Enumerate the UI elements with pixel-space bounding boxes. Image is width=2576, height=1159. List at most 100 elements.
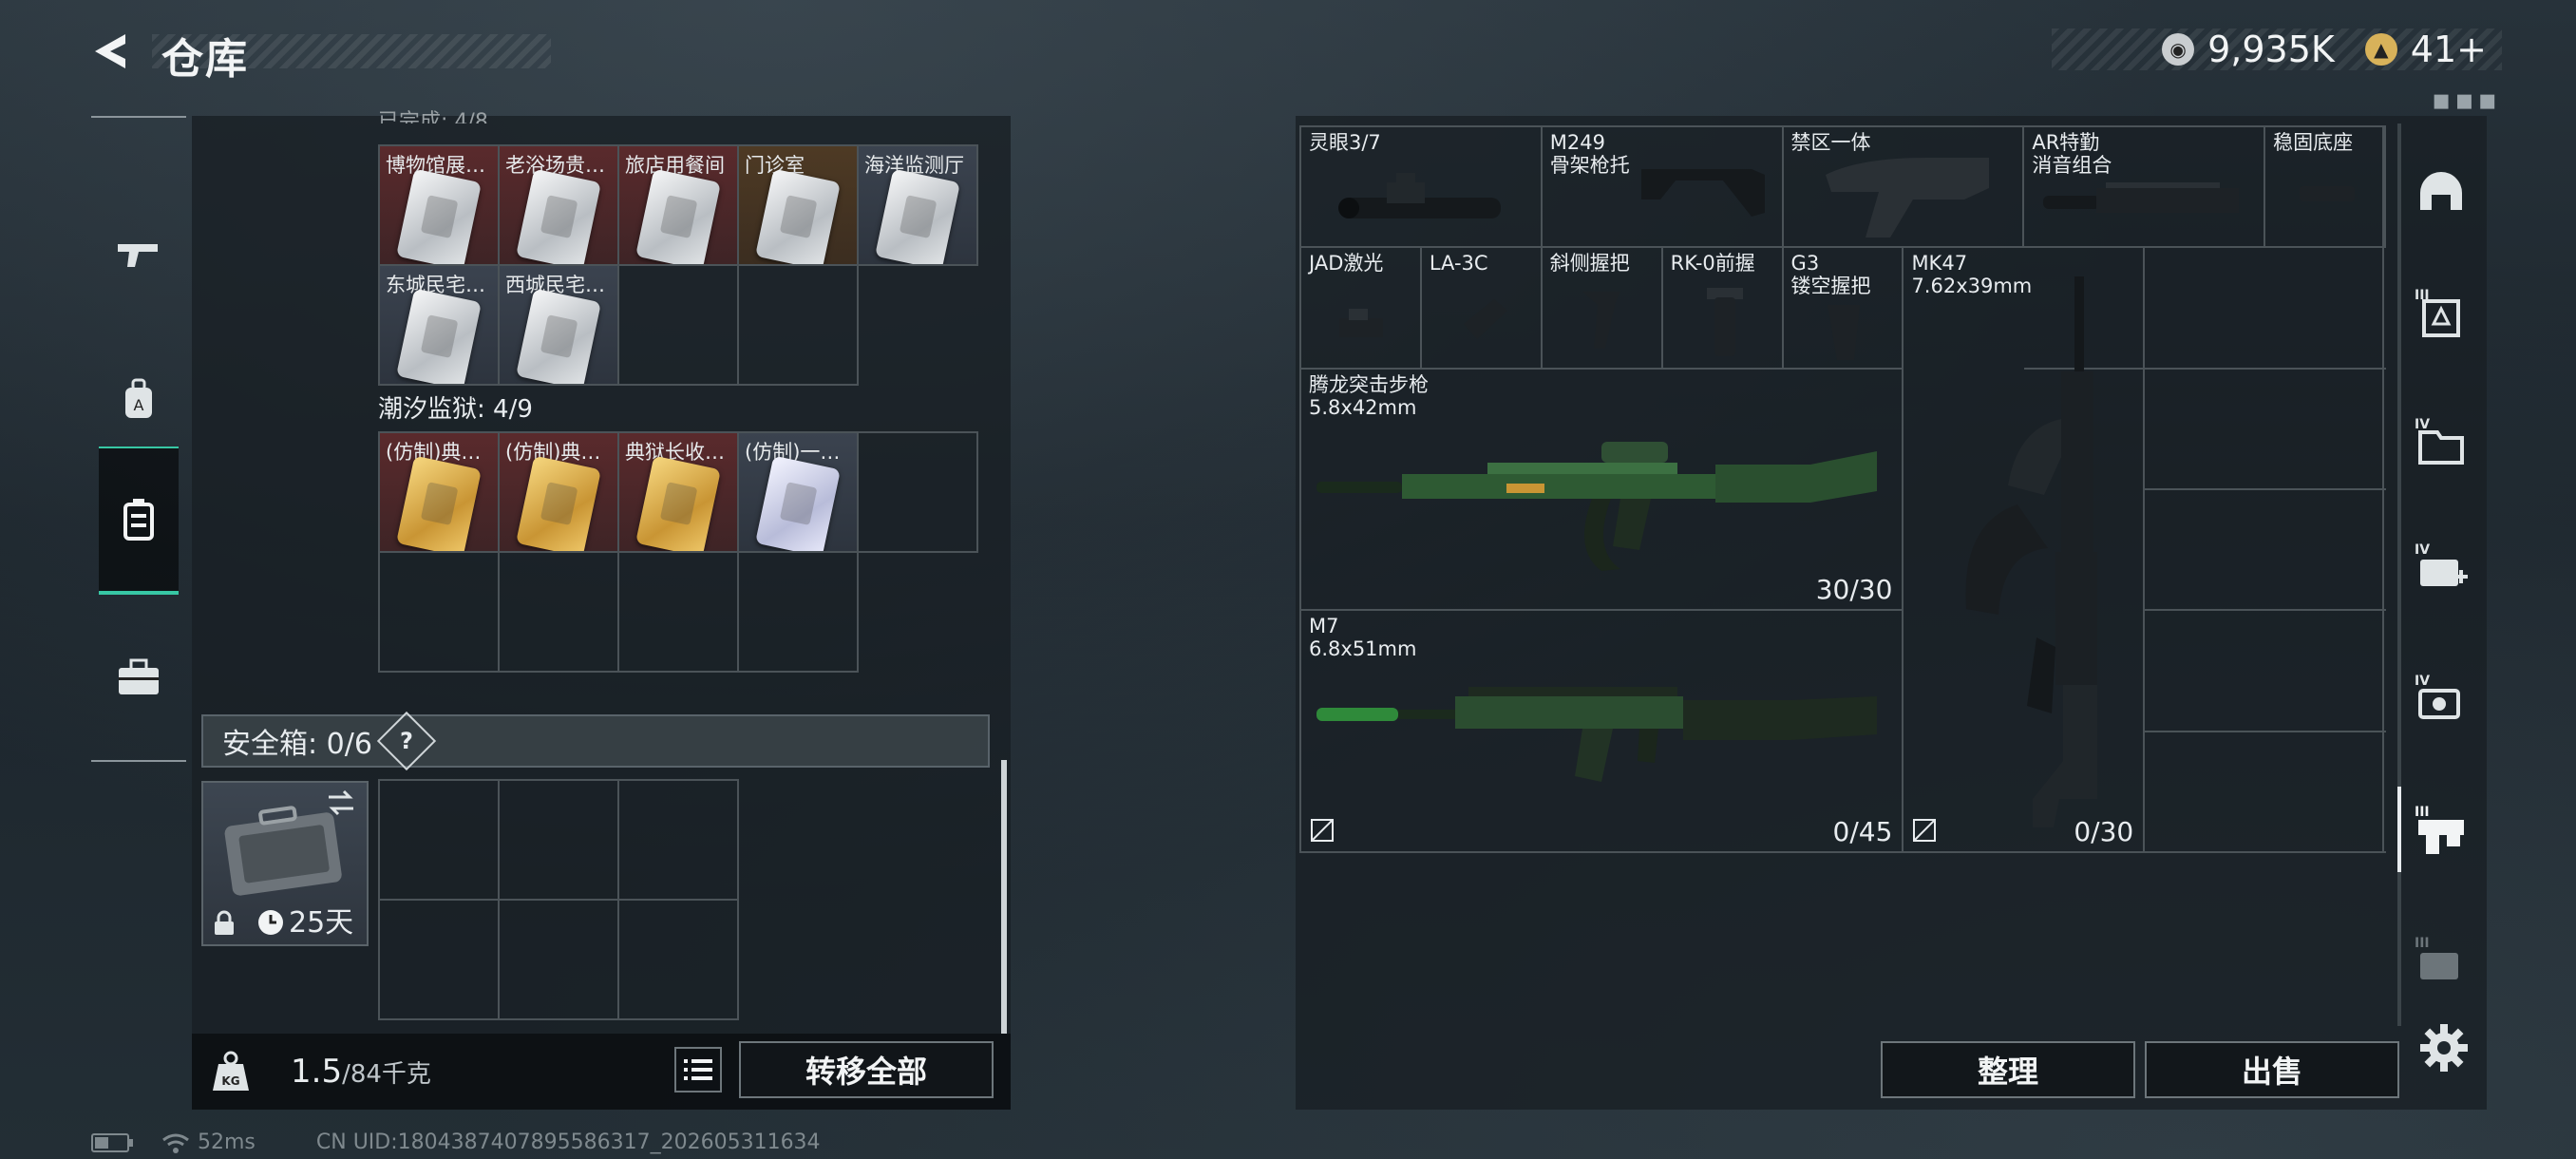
list-icon — [684, 1059, 712, 1080]
uid-readout: CN UID:1804387407895586317_202605311634 — [315, 1130, 821, 1154]
collection-item[interactable]: (仿制)一… — [739, 433, 859, 553]
stash-item-laser[interactable]: JAD激光 — [1301, 248, 1422, 370]
nav-weapons[interactable] — [99, 184, 179, 327]
stash-item-angled-grip[interactable]: 斜侧握把 — [1542, 248, 1663, 370]
stash-item-la3c[interactable]: LA-3C — [1421, 248, 1543, 370]
bipod-icon — [2300, 186, 2356, 201]
empty-slot[interactable] — [619, 901, 739, 1020]
m7-rifle-icon — [1316, 687, 1877, 783]
back-arrow-icon[interactable] — [87, 28, 133, 74]
prison-collection-label: 潮汐监狱: 4/9 — [378, 395, 533, 424]
collection-item[interactable]: 博物馆展… — [380, 146, 500, 266]
card-icon — [755, 455, 841, 551]
empty-slot[interactable] — [2145, 611, 2386, 732]
vertical-grip-icon — [1706, 288, 1743, 357]
broken-item-icon — [1311, 819, 1334, 842]
empty-slot[interactable] — [2145, 490, 2386, 612]
weight-current: 1.5 — [291, 1053, 343, 1091]
safebox-header: 安全箱: 0/6 ? — [201, 711, 990, 771]
empty-slot[interactable] — [739, 266, 859, 386]
empty-slot[interactable] — [2145, 732, 2386, 853]
safebox-item[interactable]: 25天 — [201, 781, 369, 946]
stash-item-foregrip[interactable]: RK-0前握 — [1662, 248, 1784, 370]
page-title: 仓库 — [161, 35, 249, 84]
collection-item[interactable]: 西城民宅… — [500, 266, 619, 386]
ammo-count: 0/30 — [2074, 816, 2134, 847]
rnav-helmet[interactable] — [2403, 150, 2479, 236]
nav-toolbox[interactable] — [99, 606, 179, 749]
card-icon — [516, 288, 601, 384]
empty-slot[interactable] — [380, 553, 500, 673]
empty-slot[interactable] — [619, 553, 739, 673]
rnav-tools[interactable]: III — [2403, 787, 2479, 872]
rnav-device[interactable]: IV — [2403, 656, 2479, 741]
safebox-timer: 25天 — [289, 906, 354, 940]
list-view-button[interactable] — [674, 1047, 722, 1092]
empty-slot[interactable] — [500, 901, 619, 1020]
weight-readout: 1.5/84千克 — [291, 1053, 431, 1091]
tenglong-rifle-icon — [1316, 441, 1877, 571]
empty-slot[interactable] — [380, 901, 500, 1020]
rnav-folder[interactable]: IV — [2403, 399, 2479, 484]
misc-tier3-icon: III — [2415, 936, 2458, 979]
scrollbar[interactable] — [1001, 760, 1007, 1034]
grip-stock-icon — [1825, 158, 1989, 238]
stash-item-mk47[interactable]: MK47 7.62x39mm 0/30 — [1904, 248, 2146, 853]
stash-item-bipod[interactable]: 稳固底座 — [2265, 127, 2386, 249]
stash-item-grip[interactable]: 禁区一体 — [1783, 127, 2025, 249]
empty-slot[interactable] — [619, 266, 739, 386]
left-category-nav: A — [91, 116, 186, 762]
sell-button[interactable]: 出售 — [2145, 1041, 2399, 1098]
card-icon — [396, 288, 482, 384]
stash-item-suppressor-kit[interactable]: AR特勤 消音组合 — [2024, 127, 2266, 249]
right-category-nav: III IV IV IV III III — [2403, 124, 2479, 1026]
armor-tier3-icon: III — [2415, 288, 2460, 337]
stash-item-m7[interactable]: M7 6.8x51mm 0/45 — [1301, 611, 1904, 853]
empty-area — [859, 553, 978, 673]
transfer-all-button[interactable]: 转移全部 — [739, 1041, 994, 1098]
card-icon — [516, 455, 601, 551]
angled-grip-icon — [1582, 292, 1620, 350]
helmet-icon — [2420, 172, 2462, 210]
collection-item[interactable]: 典狱长收… — [619, 433, 739, 553]
sort-button[interactable]: 整理 — [1881, 1041, 2135, 1098]
empty-slot[interactable] — [2145, 370, 2386, 490]
stash-item-tenglong[interactable]: 腾龙突击步枪 5.8x42mm 30/30 — [1301, 369, 1904, 612]
collection-item[interactable]: (仿制)典… — [380, 433, 500, 553]
swap-icon[interactable] — [325, 788, 357, 817]
status-bar: 52ms CN UID:1804387407895586317_20260531… — [91, 1130, 821, 1154]
collection-item[interactable]: 老浴场贵… — [500, 146, 619, 266]
currency-bar: ◉ 9,935K ▲ 41+ — [2052, 28, 2502, 70]
nav-container[interactable] — [99, 446, 179, 595]
settings-gear-icon[interactable] — [2418, 1022, 2470, 1074]
empty-slot[interactable] — [859, 433, 978, 553]
empty-slot[interactable] — [500, 781, 619, 901]
grid-border — [2382, 125, 2384, 851]
stash-item-scope[interactable]: 灵眼3/7 — [1301, 127, 1543, 249]
stash-grid: 灵眼3/7 M249 骨架枪托 禁区一体 AR特勤 消音组合 稳固底座 JAD激… — [1299, 125, 2386, 853]
rnav-armor[interactable]: III — [2403, 270, 2479, 355]
stock-icon — [1640, 169, 1765, 217]
empty-slot[interactable] — [739, 553, 859, 673]
ping-readout: 52ms — [198, 1130, 256, 1154]
card-icon — [516, 168, 601, 264]
collection-item[interactable]: (仿制)典… — [500, 433, 619, 553]
ammo-count: 30/30 — [1815, 574, 1893, 606]
more-options-icon[interactable]: ▪▪▪ — [2432, 84, 2501, 117]
empty-slot[interactable] — [380, 781, 500, 901]
empty-slot[interactable] — [619, 781, 739, 901]
pistol-grip-icon — [1827, 305, 1860, 361]
safebox-grid — [378, 779, 739, 1020]
rnav-medkit[interactable]: IV — [2403, 524, 2479, 610]
rnav-misc[interactable]: III — [2403, 918, 2479, 1003]
collection-item[interactable]: 旅店用餐间 — [619, 146, 739, 266]
collection-item[interactable]: 东城民宅… — [380, 266, 500, 386]
collection-item[interactable]: 门诊室 — [739, 146, 859, 266]
help-button[interactable]: ? — [376, 711, 437, 771]
collection-item[interactable]: 海洋监测厅 — [859, 146, 978, 266]
stash-item-stock[interactable]: M249 骨架枪托 — [1542, 127, 1784, 249]
clock-icon — [258, 910, 283, 935]
empty-slot[interactable] — [500, 553, 619, 673]
stash-item-g3-grip[interactable]: G3 镂空握把 — [1783, 248, 1904, 370]
svg-text:A: A — [134, 396, 144, 414]
